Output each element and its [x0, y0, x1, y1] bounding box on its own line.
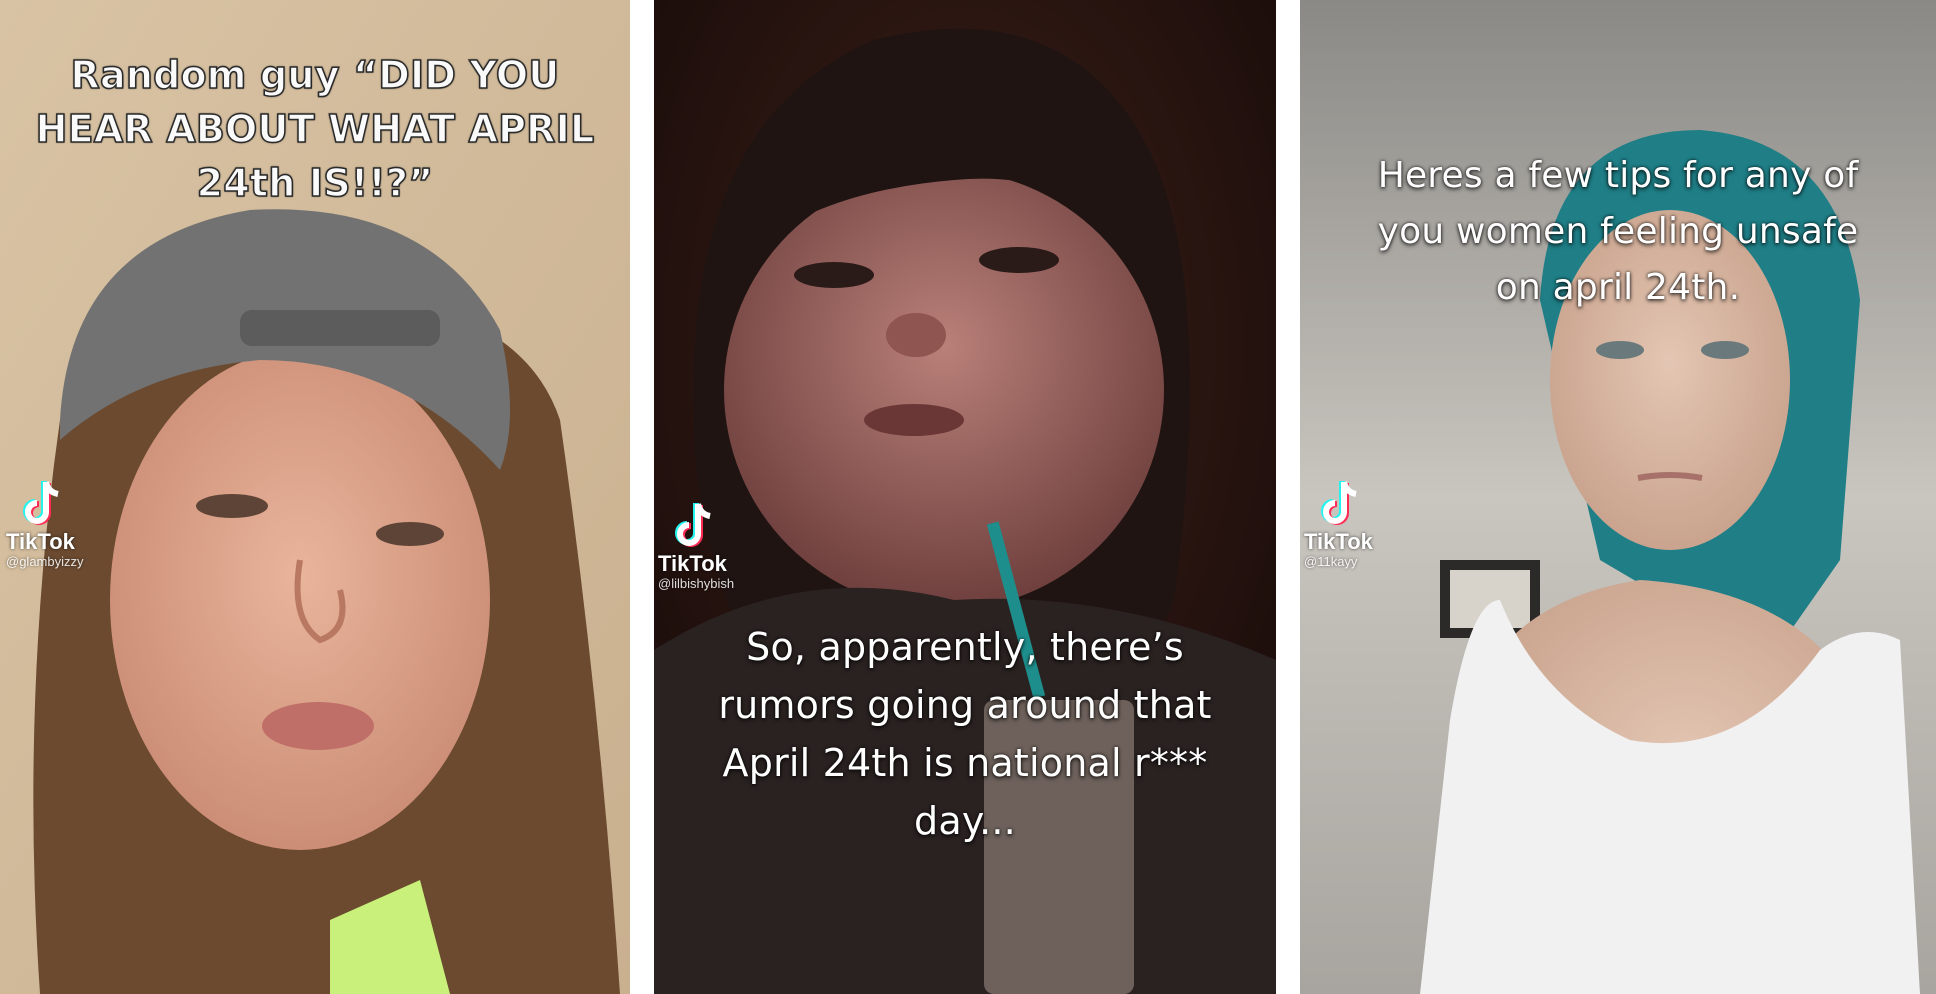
- tiktok-logo-icon: [675, 503, 711, 547]
- tiktok-watermark: TikTok @glambyizzy: [6, 478, 146, 570]
- watermark-username: @11kayy: [1304, 554, 1358, 569]
- watermark-brand: TikTok: [6, 529, 75, 554]
- video-frame-1: Random guy “DID YOU HEAR ABOUT WHAT APRI…: [0, 0, 630, 994]
- watermark-username: @lilbishybish: [658, 576, 735, 591]
- watermark-username: @glambyizzy: [6, 554, 84, 569]
- tiktok-logo-icon: [23, 481, 59, 525]
- tiktok-watermark: TikTok @11kayy: [1304, 478, 1444, 570]
- tiktok-watermark: TikTok @lilbishybish: [658, 500, 798, 592]
- panel-caption: So, apparently, there’s rumors going aro…: [718, 625, 1212, 843]
- tiktok-logo-icon: [1321, 481, 1357, 525]
- panel-caption: Random guy “DID YOU HEAR ABOUT WHAT APRI…: [35, 52, 595, 206]
- video-frame-3: Heres a few tips for any of you women fe…: [1300, 0, 1936, 994]
- watermark-brand: TikTok: [1304, 529, 1373, 554]
- panel-caption: Heres a few tips for any of you women fe…: [1377, 155, 1859, 308]
- watermark-brand: TikTok: [658, 551, 727, 576]
- video-frame-2: So, apparently, there’s rumors going aro…: [654, 0, 1276, 994]
